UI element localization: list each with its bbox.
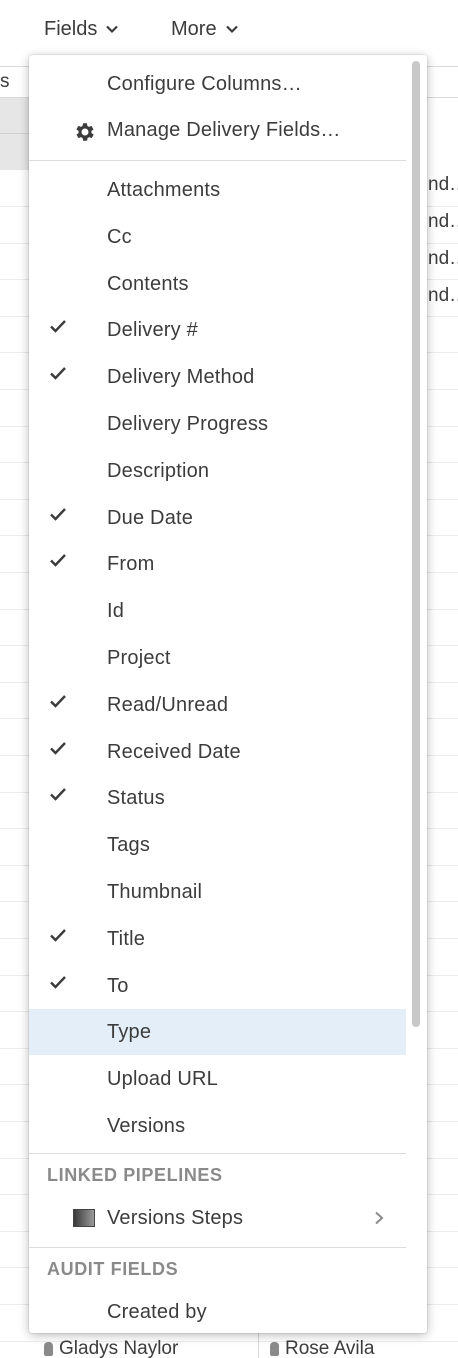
field-toggle-item[interactable]: Delivery Method — [29, 354, 406, 400]
menu-item-label: Type — [107, 1020, 152, 1043]
checkmark-icon — [50, 320, 66, 333]
menu-item-label: Versions — [107, 1114, 186, 1137]
field-toggle-item[interactable]: Due Date — [29, 495, 406, 541]
person-icon — [270, 1342, 279, 1356]
toolbar: Fields More — [0, 0, 458, 56]
checkmark-icon — [50, 508, 66, 521]
configure-columns-item[interactable]: Configure Columns… — [29, 61, 406, 107]
field-toggle-item[interactable]: Delivery # — [29, 307, 406, 353]
menu-item-label: From — [107, 552, 155, 575]
menu-item-label: Received Date — [107, 740, 241, 763]
field-toggle-item[interactable]: Cc — [29, 214, 406, 260]
menu-item-label: To — [107, 974, 129, 997]
field-toggle-item[interactable]: To — [29, 963, 406, 1009]
divider — [29, 1247, 406, 1248]
menu-item-label: Due Date — [107, 506, 194, 529]
menu-item-label: Delivery Progress — [107, 412, 269, 435]
menu-item-label: Project — [107, 646, 171, 669]
grid-cell-truncated: nd… — [428, 174, 458, 195]
menu-item-label: Tags — [107, 833, 151, 856]
menu-item-label: Title — [107, 927, 146, 950]
field-toggle-item[interactable]: Upload URL — [29, 1056, 406, 1102]
field-toggle-item[interactable]: Project — [29, 635, 406, 681]
menu-item-label: Id — [107, 599, 125, 622]
divider — [29, 160, 406, 161]
field-toggle-item[interactable]: Thumbnail — [29, 869, 406, 915]
table-row[interactable]: Gladys Naylor Rose Avila — [0, 1330, 458, 1358]
grid-header-partial-label: s — [0, 71, 10, 92]
section-heading-linked-pipelines: LINKED PIPELINES — [47, 1165, 223, 1185]
versions-steps-item[interactable]: Versions Steps — [29, 1195, 406, 1241]
field-toggle-item[interactable]: Versions — [29, 1103, 406, 1149]
menu-item-label: Read/Unread — [107, 693, 229, 716]
checkmark-icon — [50, 742, 66, 755]
menu-item-label: Manage Delivery Fields… — [107, 118, 341, 141]
fields-menu-label: Fields — [44, 17, 98, 40]
gear-icon — [76, 123, 94, 141]
more-menu-button[interactable]: More — [171, 14, 239, 44]
menu-item-label: Upload URL — [107, 1067, 218, 1090]
menu-item-label: Versions Steps — [107, 1206, 244, 1229]
menu-item-label: Thumbnail — [107, 880, 203, 903]
field-toggle-item[interactable]: Status — [29, 775, 406, 821]
field-toggle-item[interactable]: Received Date — [29, 729, 406, 775]
person-name: Rose Avila — [285, 1338, 375, 1358]
field-toggle-item[interactable]: Id — [29, 588, 406, 634]
menu-item-label: Delivery Method — [107, 365, 255, 388]
person-cell: Rose Avila — [270, 1338, 374, 1358]
menu-item-label: Description — [107, 459, 210, 482]
grid-cell-truncated: nd… — [428, 211, 458, 232]
grid-cell-truncated: nd… — [428, 285, 458, 306]
menu-item-label: Contents — [107, 272, 189, 295]
chevron-down-icon — [225, 25, 238, 34]
checkmark-icon — [50, 367, 66, 380]
menu-item-label: Configure Columns… — [107, 72, 302, 95]
section-heading-audit-fields: AUDIT FIELDS — [47, 1259, 179, 1279]
checkmark-icon — [50, 554, 66, 567]
chevron-right-icon — [375, 1211, 384, 1225]
checkmark-icon — [50, 695, 66, 708]
checkmark-icon — [50, 929, 66, 942]
checkmark-icon — [50, 788, 66, 801]
fields-dropdown-menu: Configure Columns… Manage Delivery Field… — [29, 55, 427, 1333]
field-toggle-item[interactable]: Title — [29, 916, 406, 962]
fields-menu-button[interactable]: Fields — [44, 14, 119, 44]
person-cell: Gladys Naylor — [44, 1338, 178, 1358]
divider — [0, 133, 30, 134]
created-by-item[interactable]: Created by — [29, 1289, 406, 1333]
more-menu-label: More — [171, 17, 217, 40]
manage-delivery-fields-item[interactable]: Manage Delivery Fields… — [29, 107, 406, 153]
divider — [29, 1153, 406, 1154]
field-toggle-item[interactable]: From — [29, 541, 406, 587]
pipeline-step-icon — [73, 1209, 95, 1227]
person-icon — [44, 1342, 53, 1356]
menu-item-label: Status — [107, 786, 165, 809]
field-toggle-item[interactable]: Tags — [29, 822, 406, 868]
selected-row-stub — [0, 98, 30, 170]
checkmark-icon — [50, 976, 66, 989]
menu-item-label: Delivery # — [107, 318, 198, 341]
field-toggle-item[interactable]: Description — [29, 448, 406, 494]
field-toggle-item[interactable]: Read/Unread — [29, 682, 406, 728]
field-toggle-item[interactable]: Type — [29, 1009, 406, 1055]
field-toggle-item[interactable]: Attachments — [29, 167, 406, 213]
menu-item-label: Cc — [107, 225, 132, 248]
menu-item-label: Created by — [107, 1300, 207, 1323]
grid-cell-truncated: nd… — [428, 248, 458, 269]
field-toggle-item[interactable]: Delivery Progress — [29, 401, 406, 447]
scrollbar-thumb[interactable] — [412, 61, 420, 1027]
field-toggle-item[interactable]: Contents — [29, 261, 406, 307]
chevron-down-icon — [106, 25, 119, 34]
person-name: Gladys Naylor — [59, 1338, 179, 1358]
menu-item-label: Attachments — [107, 178, 221, 201]
